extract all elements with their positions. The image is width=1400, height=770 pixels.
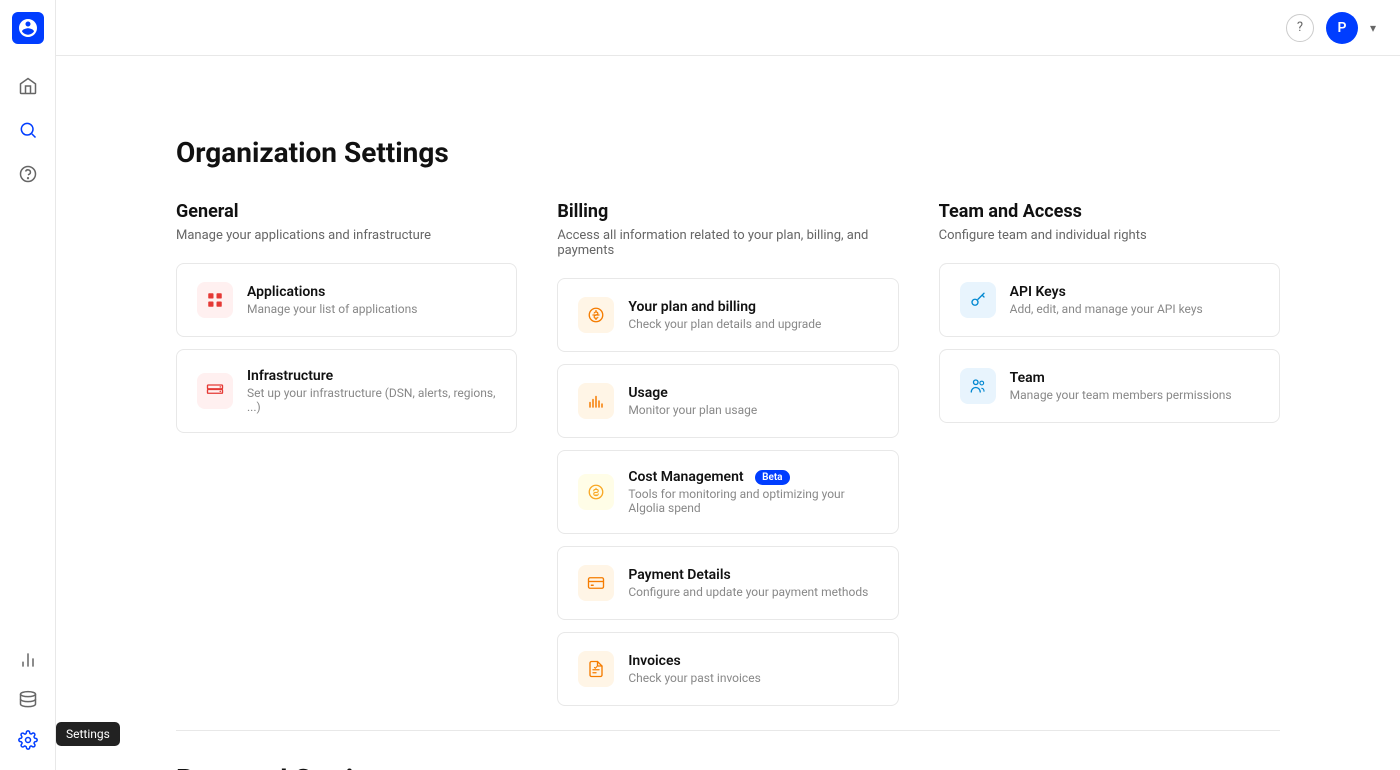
general-subtitle: Manage your applications and infrastruct… <box>176 228 517 243</box>
team-text: Team Manage your team members permission… <box>1010 370 1232 402</box>
section-divider <box>176 730 1280 731</box>
infrastructure-icon <box>197 373 233 409</box>
beta-badge: Beta <box>755 470 789 485</box>
team-access-subtitle: Configure team and individual rights <box>939 228 1280 243</box>
api-keys-icon <box>960 282 996 318</box>
team-access-column: Team and Access Configure team and indiv… <box>939 201 1280 718</box>
team-access-title: Team and Access <box>939 201 1280 222</box>
invoices-icon <box>578 651 614 687</box>
payment-details-card[interactable]: Payment Details Configure and update you… <box>557 546 898 620</box>
help-icon: ? <box>1297 20 1303 35</box>
sidebar-bottom <box>10 642 46 758</box>
cost-management-desc: Tools for monitoring and optimizing your… <box>628 487 877 515</box>
applications-title: Applications <box>247 284 417 300</box>
plan-billing-icon <box>578 297 614 333</box>
usage-card[interactable]: Usage Monitor your plan usage <box>557 364 898 438</box>
plan-billing-card[interactable]: Your plan and billing Check your plan de… <box>557 278 898 352</box>
invoices-text: Invoices Check your past invoices <box>628 653 760 685</box>
invoices-desc: Check your past invoices <box>628 671 760 685</box>
team-icon <box>960 368 996 404</box>
sidebar-item-database[interactable] <box>10 682 46 718</box>
infrastructure-title: Infrastructure <box>247 368 496 384</box>
general-column: General Manage your applications and inf… <box>176 201 517 718</box>
chevron-down-icon[interactable]: ▾ <box>1370 21 1376 35</box>
top-bar: ? P ▾ <box>56 0 1400 56</box>
usage-text: Usage Monitor your plan usage <box>628 385 757 417</box>
payment-details-title: Payment Details <box>628 567 868 583</box>
api-keys-card[interactable]: API Keys Add, edit, and manage your API … <box>939 263 1280 337</box>
content-area: Organization Settings General Manage you… <box>116 96 1340 770</box>
sidebar-item-settings[interactable] <box>10 722 46 758</box>
team-card[interactable]: Team Manage your team members permission… <box>939 349 1280 423</box>
api-keys-title: API Keys <box>1010 284 1203 300</box>
billing-title: Billing <box>557 201 898 222</box>
plan-billing-text: Your plan and billing Check your plan de… <box>628 299 821 331</box>
usage-icon <box>578 383 614 419</box>
logo-icon[interactable] <box>12 12 44 44</box>
applications-desc: Manage your list of applications <box>247 302 417 316</box>
applications-card[interactable]: Applications Manage your list of applica… <box>176 263 517 337</box>
billing-subtitle: Access all information related to your p… <box>557 228 898 258</box>
page-title: Organization Settings <box>176 136 1280 169</box>
user-avatar[interactable]: P <box>1326 12 1358 44</box>
plan-billing-desc: Check your plan details and upgrade <box>628 317 821 331</box>
cost-management-title: Cost Management Beta <box>628 469 877 485</box>
sidebar-item-help[interactable] <box>10 156 46 192</box>
invoices-title: Invoices <box>628 653 760 669</box>
team-desc: Manage your team members permissions <box>1010 388 1232 402</box>
help-button[interactable]: ? <box>1286 14 1314 42</box>
payment-details-icon <box>578 565 614 601</box>
team-title: Team <box>1010 370 1232 386</box>
sidebar-item-analytics[interactable] <box>10 642 46 678</box>
usage-desc: Monitor your plan usage <box>628 403 757 417</box>
general-title: General <box>176 201 517 222</box>
payment-details-text: Payment Details Configure and update you… <box>628 567 868 599</box>
billing-column: Billing Access all information related t… <box>557 201 898 718</box>
settings-grid: General Manage your applications and inf… <box>176 201 1280 718</box>
usage-title: Usage <box>628 385 757 401</box>
applications-icon <box>197 282 233 318</box>
infrastructure-text: Infrastructure Set up your infrastructur… <box>247 368 496 414</box>
sidebar-item-search[interactable] <box>10 112 46 148</box>
main-content: Organization Settings General Manage you… <box>56 0 1400 770</box>
sidebar <box>0 0 56 770</box>
invoices-card[interactable]: Invoices Check your past invoices <box>557 632 898 706</box>
cost-management-text: Cost Management Beta Tools for monitorin… <box>628 469 877 515</box>
infrastructure-desc: Set up your infrastructure (DSN, alerts,… <box>247 386 496 414</box>
cost-management-icon <box>578 474 614 510</box>
personal-title: Personal Settings <box>176 763 1280 770</box>
payment-details-desc: Configure and update your payment method… <box>628 585 868 599</box>
cost-management-card[interactable]: Cost Management Beta Tools for monitorin… <box>557 450 898 534</box>
applications-text: Applications Manage your list of applica… <box>247 284 417 316</box>
infrastructure-card[interactable]: Infrastructure Set up your infrastructur… <box>176 349 517 433</box>
sidebar-item-home[interactable] <box>10 68 46 104</box>
api-keys-text: API Keys Add, edit, and manage your API … <box>1010 284 1203 316</box>
plan-billing-title: Your plan and billing <box>628 299 821 315</box>
api-keys-desc: Add, edit, and manage your API keys <box>1010 302 1203 316</box>
